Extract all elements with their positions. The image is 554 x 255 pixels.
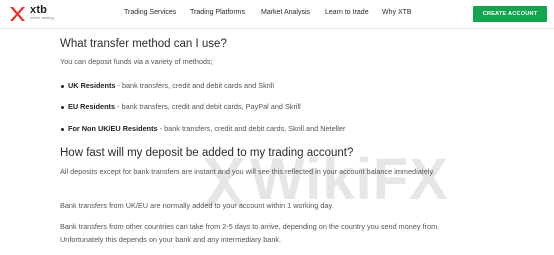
bullet-text: - bank transfers, credit and debit cards…	[157, 124, 346, 133]
bullet-label: UK Residents	[68, 81, 116, 90]
nav-learn-to-trade[interactable]: Learn to trade	[325, 9, 369, 16]
bullet-dot	[61, 85, 64, 88]
bullet-label: For Non UK/EU Residents	[68, 124, 158, 133]
nav-market-analysis[interactable]: Market Analysis	[261, 9, 310, 16]
list-item: UK Residents - bank transfers, credit an…	[61, 81, 275, 90]
nav-trading-services[interactable]: Trading Services	[124, 9, 176, 16]
nav-trading-platforms[interactable]: Trading Platforms	[190, 9, 245, 16]
list-item: For Non UK/EU Residents - bank transfers…	[61, 124, 346, 133]
bullet-dot	[61, 106, 64, 109]
nav-why-xtb[interactable]: Why XTB	[382, 9, 412, 16]
deposit-speed-paragraph: Bank transfers from UK/EU are normally a…	[60, 201, 334, 210]
bullet-dot	[61, 128, 64, 131]
heading-transfer-methods: What transfer method can I use?	[60, 38, 227, 50]
deposit-speed-paragraph: Bank transfers from other countries can …	[60, 222, 440, 244]
bullet-label: EU Residents	[68, 102, 116, 111]
xtb-logo-icon	[10, 7, 25, 21]
create-account-button[interactable]: CREATE ACCOUNT	[473, 6, 547, 22]
transfer-methods-intro: You can deposit funds via a variety of m…	[60, 57, 213, 66]
logo-wordmark: xtb	[30, 4, 48, 16]
list-item: EU Residents - bank transfers, credit an…	[61, 102, 301, 111]
deposit-speed-paragraph: All deposits except for bank transfers a…	[60, 167, 435, 176]
xtb-logo[interactable]: xtb online trading	[9, 4, 69, 25]
top-navigation-bar: xtb online trading Trading Services Trad…	[0, 0, 554, 29]
heading-deposit-speed: How fast will my deposit be added to my …	[60, 147, 354, 159]
bullet-text: - bank transfers, credit and debit cards…	[115, 102, 301, 111]
logo-tagline: online trading	[30, 16, 54, 20]
bullet-text: - bank transfers, credit and debit cards…	[115, 81, 275, 90]
